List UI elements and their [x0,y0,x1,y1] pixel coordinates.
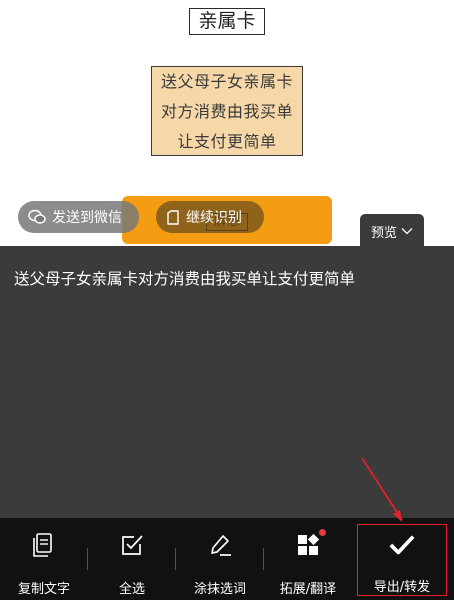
document-icon [167,209,179,225]
recognized-text-panel: 送父母子女亲属卡对方消费由我买单让支付更简单 [0,246,454,518]
export-share-label: 导出/转发 [373,580,431,595]
card-line-3: 让支付更简单 [177,132,277,151]
send-to-wechat-button[interactable]: 发送到微信 [18,201,139,233]
document-title: 亲属卡 [189,8,265,35]
checkbox-icon [119,532,145,558]
notification-dot [319,529,326,536]
checkmark-icon [389,532,415,557]
grid-icon [295,529,326,558]
card-line-2: 对方消费由我买单 [160,102,293,121]
copy-text-label: 复制文字 [17,582,70,597]
expand-translate-label: 拓展/翻译 [279,582,337,597]
chevron-down-icon [401,228,413,235]
continue-recognize-button[interactable]: 继续识别 [156,201,264,233]
bottom-toolbar: 复制文字 全选 涂抹选词 拓展/翻译 导出/转发 [0,518,454,600]
expand-translate-button[interactable]: 拓展/翻译 [264,518,352,600]
continue-recognize-label: 继续识别 [186,210,242,226]
send-to-wechat-label: 发送到微信 [52,210,122,226]
erase-select-label: 涂抹选词 [193,582,246,597]
copy-icon [31,532,57,558]
select-all-label: 全选 [118,582,145,597]
erase-select-button[interactable]: 涂抹选词 [176,518,264,600]
export-share-button[interactable]: 导出/转发 [357,524,447,596]
copy-text-button[interactable]: 复制文字 [0,518,88,600]
preview-label: 预览 [370,225,397,241]
card-line-1: 送父母子女亲属卡 [160,72,293,91]
wechat-icon [28,209,46,224]
select-all-button[interactable]: 全选 [88,518,176,600]
document-card: 送父母子女亲属卡 对方消费由我买单 让支付更简单 [151,66,303,156]
recognized-text[interactable]: 送父母子女亲属卡对方消费由我买单让支付更简单 [14,268,440,290]
preview-toggle[interactable]: 预览 [360,214,424,248]
pen-icon [207,532,233,558]
